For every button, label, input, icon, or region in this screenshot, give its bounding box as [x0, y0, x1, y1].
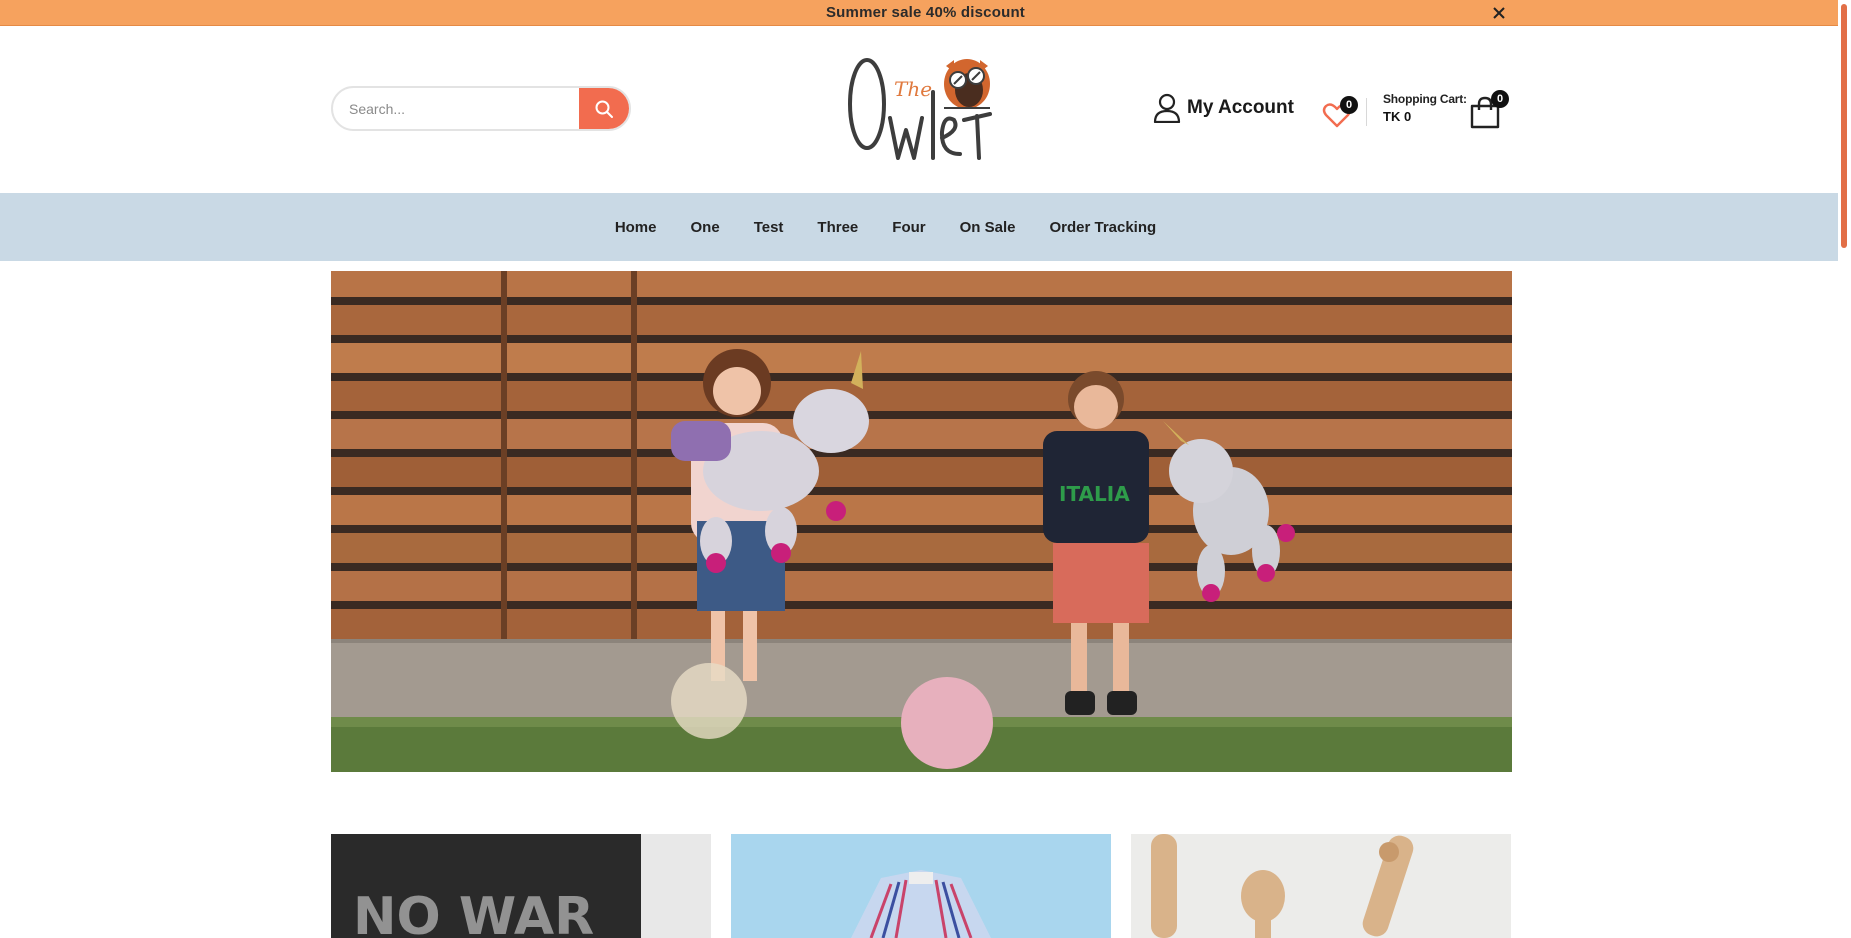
category-image	[1131, 834, 1511, 938]
category-card[interactable]: NO WAR	[331, 834, 711, 938]
page-scrollbar[interactable]	[1838, 0, 1851, 938]
cart-button[interactable]: 0	[1468, 90, 1510, 130]
cart-title: Shopping Cart:	[1383, 92, 1467, 106]
hero-image: ITALIA	[331, 271, 1512, 772]
scrollbar-thumb[interactable]	[1841, 4, 1847, 248]
category-image	[731, 834, 1111, 938]
svg-text:ITALIA: ITALIA	[1059, 482, 1130, 506]
header-divider	[1366, 98, 1367, 126]
announcement-text: Summer sale 40% discount	[825, 4, 1026, 21]
nav-item-three[interactable]: Three	[817, 219, 858, 236]
wishlist-count-badge: 0	[1340, 96, 1358, 114]
category-image: NO WAR	[331, 834, 711, 938]
site-header: The My Account 0 Shopping Cart: TK 0	[0, 26, 1851, 193]
cart-count-badge: 0	[1491, 90, 1509, 108]
nav-item-one[interactable]: One	[691, 219, 720, 236]
nav-item-test[interactable]: Test	[754, 219, 784, 236]
category-card[interactable]	[731, 834, 1111, 938]
announcement-bar: Summer sale 40% discount	[0, 0, 1851, 26]
nav-item-on-sale[interactable]: On Sale	[960, 219, 1016, 236]
wishlist-button[interactable]: 0	[1322, 94, 1358, 128]
nav-item-order-tracking[interactable]: Order Tracking	[1049, 219, 1156, 236]
search-input[interactable]	[333, 88, 583, 129]
site-logo[interactable]: The	[838, 50, 1004, 172]
search-box	[331, 86, 631, 131]
search-button[interactable]	[579, 88, 629, 129]
category-card[interactable]	[1131, 834, 1511, 938]
svg-text:The: The	[894, 77, 932, 101]
nav-item-four[interactable]: Four	[892, 219, 925, 236]
svg-text:NO WAR: NO WAR	[353, 887, 594, 938]
close-icon[interactable]	[1488, 3, 1510, 23]
my-account-link[interactable]: My Account	[1153, 91, 1294, 125]
search-icon	[595, 100, 613, 118]
cart-summary[interactable]: Shopping Cart: TK 0	[1383, 92, 1467, 124]
main-nav: Home One Test Three Four On Sale Order T…	[0, 193, 1851, 261]
user-icon	[1153, 93, 1181, 123]
hero-banner[interactable]: ITALIA	[331, 271, 1512, 772]
category-cards: NO WAR	[331, 834, 1512, 938]
my-account-label: My Account	[1187, 97, 1294, 118]
nav-item-home[interactable]: Home	[615, 219, 657, 236]
cart-total: TK 0	[1383, 109, 1412, 124]
